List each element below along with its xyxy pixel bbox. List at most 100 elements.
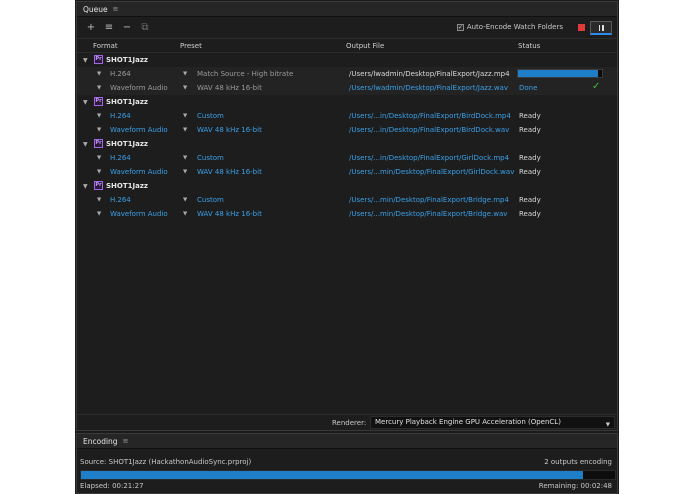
item-status: Ready bbox=[519, 168, 541, 176]
preset-dropdown-icon[interactable]: ▼ bbox=[183, 211, 187, 217]
queue-item-row[interactable]: ▼ H.264 ▼ Custom/Users/...min/Desktop/Final… bbox=[77, 193, 617, 207]
elapsed-time: Elapsed: 00:21:27 bbox=[80, 482, 144, 490]
format-dropdown-icon[interactable]: ▼ bbox=[97, 197, 101, 203]
premiere-project-icon: Pr bbox=[94, 139, 103, 148]
item-format[interactable]: H.264 bbox=[110, 70, 131, 78]
encoding-source: Source: SHOT1Jazz (HackathonAudioSync.pr… bbox=[80, 458, 252, 466]
queue-item-row[interactable]: ▼ Waveform Audio ▼ WAV 48 kHz 16-bit/Users/… bbox=[77, 123, 617, 137]
item-output-file[interactable]: /Users/...min/Desktop/FinalExport/Bridge… bbox=[349, 210, 507, 218]
pause-queue-button[interactable] bbox=[590, 21, 612, 35]
item-format[interactable]: H.264 bbox=[110, 196, 131, 204]
preset-dropdown-icon[interactable]: ▼ bbox=[183, 127, 187, 133]
queue-item-row[interactable]: ▼ H.264 ▼ Match Source - High bitrate/Users… bbox=[77, 67, 617, 81]
item-preset[interactable]: WAV 48 kHz 16-bit bbox=[197, 84, 262, 92]
item-status: Ready bbox=[519, 210, 541, 218]
column-format[interactable]: Format bbox=[93, 42, 118, 50]
item-output-file[interactable]: /Users/...min/Desktop/FinalExport/GirlDo… bbox=[349, 168, 514, 176]
done-check-icon: ✓ bbox=[592, 81, 601, 92]
settings-icon[interactable]: ≡ bbox=[101, 20, 117, 36]
encoding-tab[interactable]: Encoding ≡ bbox=[77, 434, 617, 449]
premiere-project-icon: Pr bbox=[94, 97, 103, 106]
expand-triangle-icon[interactable]: ▼ bbox=[83, 99, 88, 106]
queue-group-row[interactable]: ▼ Pr SHOT1Jazz bbox=[77, 179, 617, 193]
queue-group-row[interactable]: ▼ Pr SHOT1Jazz bbox=[77, 137, 617, 151]
preset-dropdown-icon[interactable]: ▼ bbox=[183, 85, 187, 91]
item-format[interactable]: Waveform Audio bbox=[110, 168, 168, 176]
queue-tab[interactable]: Queue ≡ bbox=[77, 2, 617, 17]
column-preset[interactable]: Preset bbox=[180, 42, 202, 50]
watch-folders-label: Auto-Encode Watch Folders bbox=[466, 23, 563, 31]
item-format[interactable]: Waveform Audio bbox=[110, 84, 168, 92]
queue-group-row[interactable]: ▼ Pr SHOT1Jazz bbox=[77, 53, 617, 67]
stop-queue-button[interactable] bbox=[578, 24, 585, 31]
preset-dropdown-icon[interactable]: ▼ bbox=[183, 169, 187, 175]
queue-group-name: SHOT1Jazz bbox=[106, 182, 148, 190]
renderer-label: Renderer: bbox=[332, 419, 367, 427]
item-status: Ready bbox=[519, 196, 541, 204]
premiere-project-icon: Pr bbox=[94, 55, 103, 64]
encoding-outputs-count: 2 outputs encoding bbox=[544, 458, 612, 466]
format-dropdown-icon[interactable]: ▼ bbox=[97, 211, 101, 217]
preset-dropdown-icon[interactable]: ▼ bbox=[183, 155, 187, 161]
add-source-icon[interactable]: + bbox=[83, 20, 99, 36]
renderer-dropdown[interactable]: Mercury Playback Engine GPU Acceleration… bbox=[370, 416, 615, 429]
expand-triangle-icon[interactable]: ▼ bbox=[83, 57, 88, 64]
queue-item-row[interactable]: ▼ H.264 ▼ Custom/Users/...in/Desktop/FinalE… bbox=[77, 151, 617, 165]
column-output-file[interactable]: Output File bbox=[346, 42, 384, 50]
preset-dropdown-icon[interactable]: ▼ bbox=[183, 71, 187, 77]
watch-folders-checkbox[interactable]: ✓ bbox=[456, 23, 464, 31]
item-preset[interactable]: WAV 48 kHz 16-bit bbox=[197, 168, 262, 176]
item-output-file[interactable]: /Users/lwadmin/Desktop/FinalExport/Jazz.… bbox=[349, 84, 508, 92]
column-status[interactable]: Status bbox=[518, 42, 540, 50]
item-format[interactable]: Waveform Audio bbox=[110, 126, 168, 134]
item-output-file[interactable]: /Users/...min/Desktop/FinalExport/Bridge… bbox=[349, 196, 509, 204]
panel-menu-icon[interactable]: ≡ bbox=[113, 5, 119, 13]
media-encoder-window: Queue ≡ + ≡ − ⧉ ✓ Auto-Encode Watch Fold… bbox=[75, 0, 619, 494]
panel-menu-icon[interactable]: ≡ bbox=[123, 437, 129, 445]
item-format[interactable]: H.264 bbox=[110, 112, 131, 120]
item-status: Ready bbox=[519, 126, 541, 134]
format-dropdown-icon[interactable]: ▼ bbox=[97, 127, 101, 133]
preset-dropdown-icon[interactable]: ▼ bbox=[183, 113, 187, 119]
queue-tab-label: Queue bbox=[83, 4, 108, 14]
item-progress-bar bbox=[517, 69, 603, 78]
item-preset[interactable]: WAV 48 kHz 16-bit bbox=[197, 210, 262, 218]
item-output-file[interactable]: /Users/lwadmin/Desktop/FinalExport/Jazz.… bbox=[349, 70, 510, 78]
encoding-progress-bar bbox=[80, 470, 616, 480]
queue-item-row[interactable]: ▼ Waveform Audio ▼ WAV 48 kHz 16-bit/Users/… bbox=[77, 165, 617, 179]
expand-triangle-icon[interactable]: ▼ bbox=[83, 183, 88, 190]
queue-group-name: SHOT1Jazz bbox=[106, 98, 148, 106]
item-status: Done bbox=[519, 84, 538, 92]
remaining-time: Remaining: 00:02:48 bbox=[538, 482, 612, 490]
format-dropdown-icon[interactable]: ▼ bbox=[97, 169, 101, 175]
item-output-file[interactable]: /Users/...in/Desktop/FinalExport/BirdDoc… bbox=[349, 112, 511, 120]
item-preset[interactable]: Match Source - High bitrate bbox=[197, 70, 293, 78]
item-preset[interactable]: Custom bbox=[197, 112, 224, 120]
item-preset[interactable]: Custom bbox=[197, 196, 224, 204]
renderer-value: Mercury Playback Engine GPU Acceleration… bbox=[375, 418, 561, 426]
preset-dropdown-icon[interactable]: ▼ bbox=[183, 197, 187, 203]
remove-icon[interactable]: − bbox=[119, 20, 135, 36]
item-preset[interactable]: WAV 48 kHz 16-bit bbox=[197, 126, 262, 134]
encoding-tab-label: Encoding bbox=[83, 436, 118, 446]
format-dropdown-icon[interactable]: ▼ bbox=[97, 155, 101, 161]
format-dropdown-icon[interactable]: ▼ bbox=[97, 113, 101, 119]
auto-encode-watch-folders[interactable]: ✓ Auto-Encode Watch Folders bbox=[456, 23, 563, 31]
queue-item-row[interactable]: ▼ H.264 ▼ Custom/Users/...in/Desktop/FinalE… bbox=[77, 109, 617, 123]
queue-group-row[interactable]: ▼ Pr SHOT1Jazz bbox=[77, 95, 617, 109]
item-output-file[interactable]: /Users/...in/Desktop/FinalExport/GirlDoc… bbox=[349, 154, 509, 162]
item-format[interactable]: Waveform Audio bbox=[110, 210, 168, 218]
format-dropdown-icon[interactable]: ▼ bbox=[97, 71, 101, 77]
encoding-progress-fill bbox=[81, 471, 583, 479]
expand-triangle-icon[interactable]: ▼ bbox=[83, 141, 88, 148]
premiere-project-icon: Pr bbox=[94, 181, 103, 190]
item-format[interactable]: H.264 bbox=[110, 154, 131, 162]
queue-panel: Queue ≡ + ≡ − ⧉ ✓ Auto-Encode Watch Fold… bbox=[76, 1, 618, 431]
queue-item-row[interactable]: ▼ Waveform Audio ▼ WAV 48 kHz 16-bit/Users/… bbox=[77, 81, 617, 95]
duplicate-icon[interactable]: ⧉ bbox=[137, 20, 153, 36]
queue-item-row[interactable]: ▼ Waveform Audio ▼ WAV 48 kHz 16-bit/Users/… bbox=[77, 207, 617, 221]
format-dropdown-icon[interactable]: ▼ bbox=[97, 85, 101, 91]
item-output-file[interactable]: /Users/...in/Desktop/FinalExport/BirdDoc… bbox=[349, 126, 509, 134]
item-preset[interactable]: Custom bbox=[197, 154, 224, 162]
queue-group-name: SHOT1Jazz bbox=[106, 56, 148, 64]
